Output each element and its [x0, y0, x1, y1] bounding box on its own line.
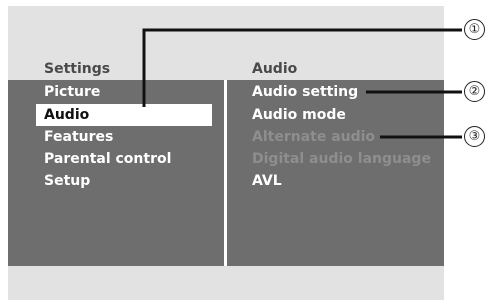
- callout-line-1: [142, 28, 462, 107]
- callout-number-3: ③: [464, 126, 485, 147]
- callout-lines: [142, 28, 462, 139]
- callout-number-1: ①: [464, 19, 485, 40]
- callout-number-2: ②: [464, 81, 485, 102]
